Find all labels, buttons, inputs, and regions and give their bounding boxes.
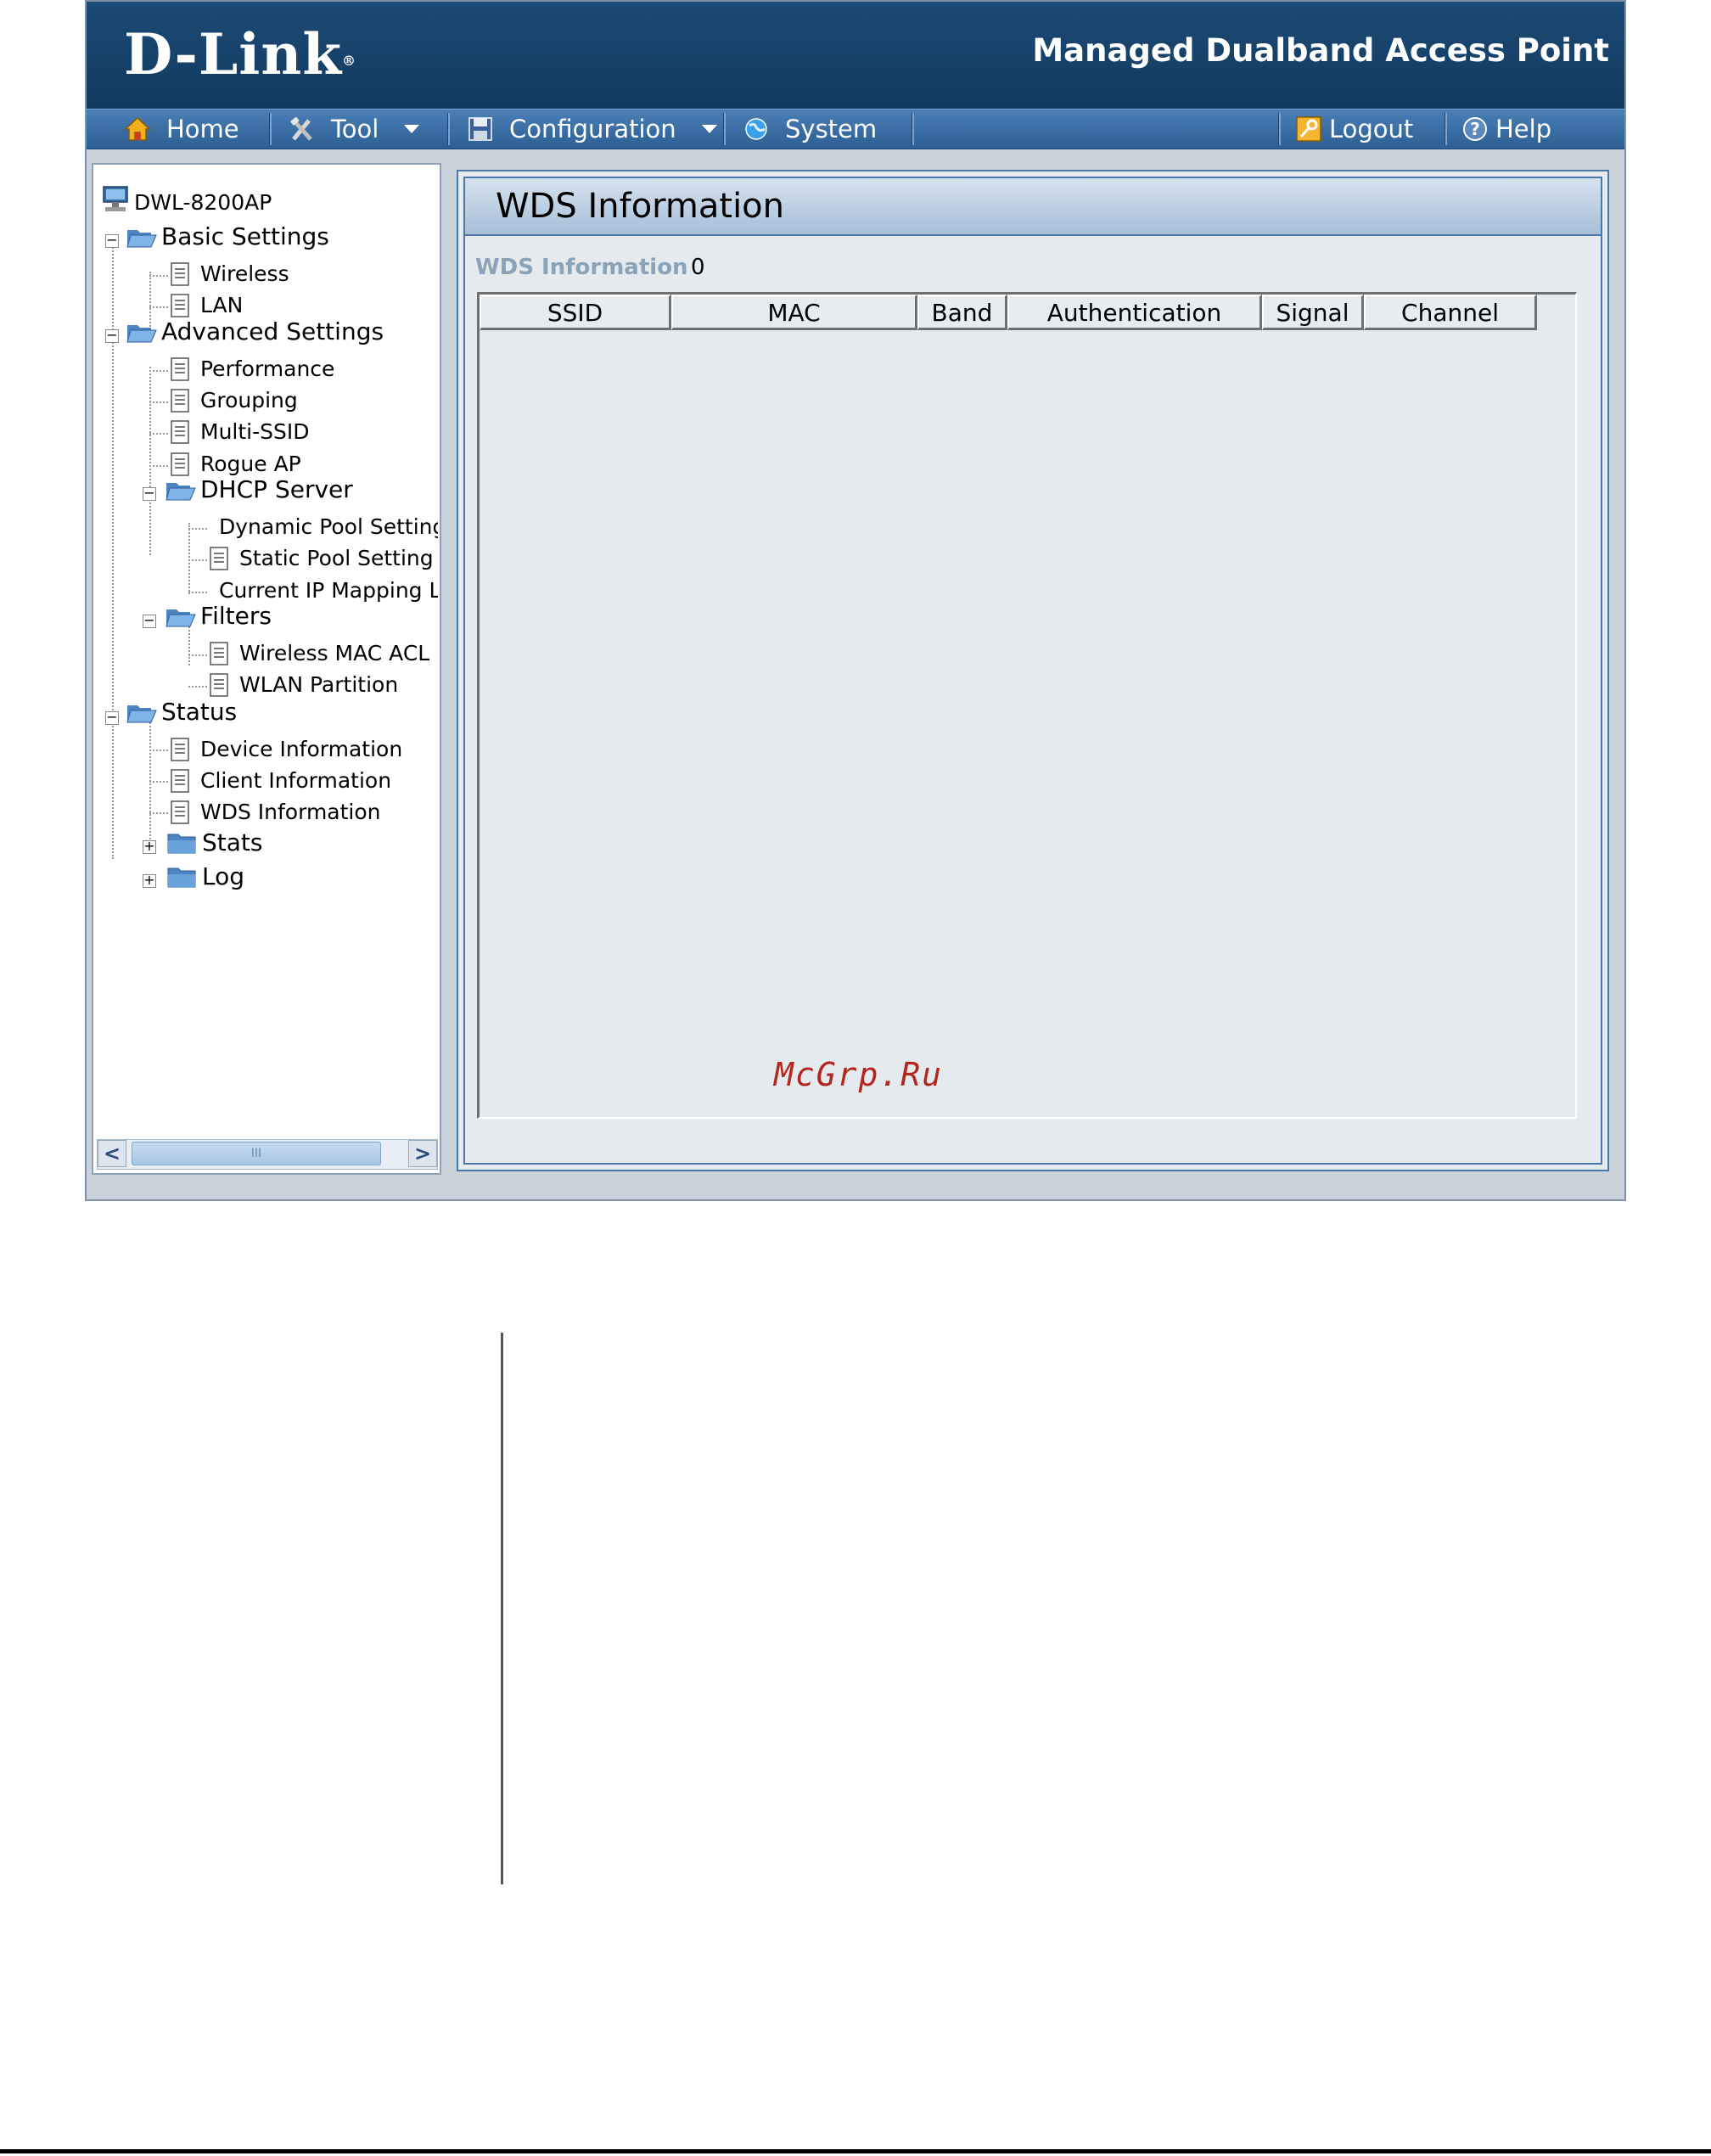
chevron-down-icon <box>404 125 420 133</box>
document-icon <box>210 546 228 570</box>
menu-system-label: System <box>785 115 878 143</box>
tools-icon <box>290 116 312 141</box>
document-icon <box>210 641 228 665</box>
folder-icon <box>167 867 196 887</box>
collapse-toggle[interactable]: − <box>105 233 119 248</box>
document-icon <box>210 672 228 697</box>
folder-open-icon <box>126 705 157 722</box>
collapse-toggle[interactable]: − <box>105 710 119 725</box>
chevron-down-icon <box>701 125 717 133</box>
help-icon: ? <box>1463 117 1487 141</box>
collapse-toggle[interactable]: − <box>105 328 119 343</box>
column-header-signal[interactable]: Signal <box>1262 295 1364 330</box>
tree-item-static-pool-setting[interactable]: Static Pool Setting <box>209 546 434 570</box>
navigation-tree: DWL-8200AP − Basic Settings Wireless LAN… <box>92 163 441 1175</box>
menu-bar: Home Tool Configuration System Logout ? … <box>87 109 1624 149</box>
content-frame: WDS Information WDS Information 0 SSID M… <box>463 177 1602 1165</box>
watermark-text: McGrp.Ru <box>774 1056 944 1093</box>
column-header-ssid[interactable]: SSID <box>480 295 671 330</box>
wds-table: SSID MAC Band Authentication Signal Chan… <box>477 292 1577 1119</box>
document-icon <box>171 293 189 317</box>
table-header-row: SSID MAC Band Authentication Signal Chan… <box>480 295 1537 330</box>
folder-open-icon <box>126 229 157 247</box>
menu-logout-label: Logout <box>1329 115 1414 143</box>
scroll-left-icon[interactable]: < <box>98 1140 126 1167</box>
menu-tool-label: Tool <box>331 115 379 143</box>
collapse-toggle[interactable]: − <box>143 486 156 501</box>
page-title: WDS Information <box>496 187 784 226</box>
expand-toggle[interactable]: + <box>143 873 156 888</box>
key-icon <box>1296 116 1321 142</box>
document-icon <box>171 357 189 381</box>
tree-folder-filters[interactable]: Filters <box>165 602 272 630</box>
computer-icon <box>103 186 128 211</box>
collapse-toggle[interactable]: − <box>143 614 156 628</box>
tree-folder-basic-settings[interactable]: Basic Settings <box>126 222 329 250</box>
menu-home-label: Home <box>166 115 239 143</box>
tree-item-client-information[interactable]: Client Information <box>170 768 391 793</box>
tree-item-device-information[interactable]: Device Information <box>170 737 402 761</box>
document-icon <box>171 261 189 286</box>
scroll-right-icon[interactable]: > <box>408 1140 437 1167</box>
tree-item-dynamic-pool-setting[interactable]: Dynamic Pool Setting <box>209 514 438 539</box>
tree-root-device[interactable]: DWL-8200AP <box>102 185 272 219</box>
tree-item-current-ip-mapping[interactable]: Current IP Mapping L <box>209 578 438 603</box>
wds-count-label: WDS Information <box>475 255 688 280</box>
product-name: Managed Dualband Access Point <box>1032 32 1609 69</box>
tree-item-rogue-ap[interactable]: Rogue AP <box>170 452 301 476</box>
horizontal-scrollbar[interactable]: < III > <box>97 1139 438 1170</box>
document-icon <box>171 419 189 444</box>
tree-item-lan[interactable]: LAN <box>170 293 243 317</box>
tree-item-wireless[interactable]: Wireless <box>170 261 289 286</box>
dlink-logo: D-Link® <box>124 21 357 87</box>
content-panel: WDS Information WDS Information 0 SSID M… <box>457 170 1609 1171</box>
folder-icon <box>167 834 196 853</box>
folder-open-icon <box>126 324 157 342</box>
menu-help[interactable]: ? Help <box>1461 109 1551 149</box>
tree-folder-dhcp-server[interactable]: DHCP Server <box>165 475 353 503</box>
column-header-band[interactable]: Band <box>917 295 1007 330</box>
document-icon <box>171 768 189 793</box>
tree-item-multi-ssid[interactable]: Multi-SSID <box>170 419 310 444</box>
page-title-bar: WDS Information <box>465 178 1601 236</box>
svg-text:?: ? <box>1470 119 1480 139</box>
column-header-mac[interactable]: MAC <box>671 295 917 330</box>
menu-home[interactable]: Home <box>124 109 239 149</box>
scroll-thumb[interactable]: III <box>132 1142 381 1165</box>
menu-configuration[interactable]: Configuration <box>467 109 717 149</box>
home-icon <box>124 116 151 141</box>
menu-tool[interactable]: Tool <box>289 109 420 149</box>
document-icon <box>171 800 189 824</box>
tree-folder-status[interactable]: Status <box>126 698 237 726</box>
tree-item-wireless-mac-acl[interactable]: Wireless MAC ACL <box>209 641 429 665</box>
app-window: D-Link® Managed Dualband Access Point Ho… <box>85 0 1626 1201</box>
tree-folder-log[interactable]: Log <box>166 862 244 890</box>
column-header-authentication[interactable]: Authentication <box>1007 295 1262 330</box>
system-globe-icon <box>745 118 767 140</box>
tree-folder-advanced-settings[interactable]: Advanced Settings <box>126 317 384 345</box>
menu-help-label: Help <box>1495 115 1552 143</box>
document-icon <box>171 452 189 476</box>
tree-item-wds-information[interactable]: WDS Information <box>170 800 381 824</box>
tree-folder-stats[interactable]: Stats <box>166 828 262 856</box>
folder-open-icon <box>165 609 196 626</box>
menu-system[interactable]: System <box>743 109 877 149</box>
tree-item-performance[interactable]: Performance <box>170 357 334 381</box>
tree-item-grouping[interactable]: Grouping <box>170 388 298 413</box>
document-icon <box>171 388 189 413</box>
menu-configuration-label: Configuration <box>509 115 676 143</box>
header: D-Link® Managed Dualband Access Point <box>87 2 1624 109</box>
page-divider-line <box>501 1333 503 1884</box>
save-disk-icon <box>468 117 492 141</box>
footer-rule <box>0 2149 1711 2153</box>
wds-count-value: 0 <box>691 255 705 280</box>
document-icon <box>171 737 189 761</box>
menu-logout[interactable]: Logout <box>1295 109 1413 149</box>
folder-open-icon <box>165 482 196 500</box>
tree-item-wlan-partition[interactable]: WLAN Partition <box>209 672 398 697</box>
column-header-channel[interactable]: Channel <box>1364 295 1537 330</box>
expand-toggle[interactable]: + <box>143 839 156 854</box>
